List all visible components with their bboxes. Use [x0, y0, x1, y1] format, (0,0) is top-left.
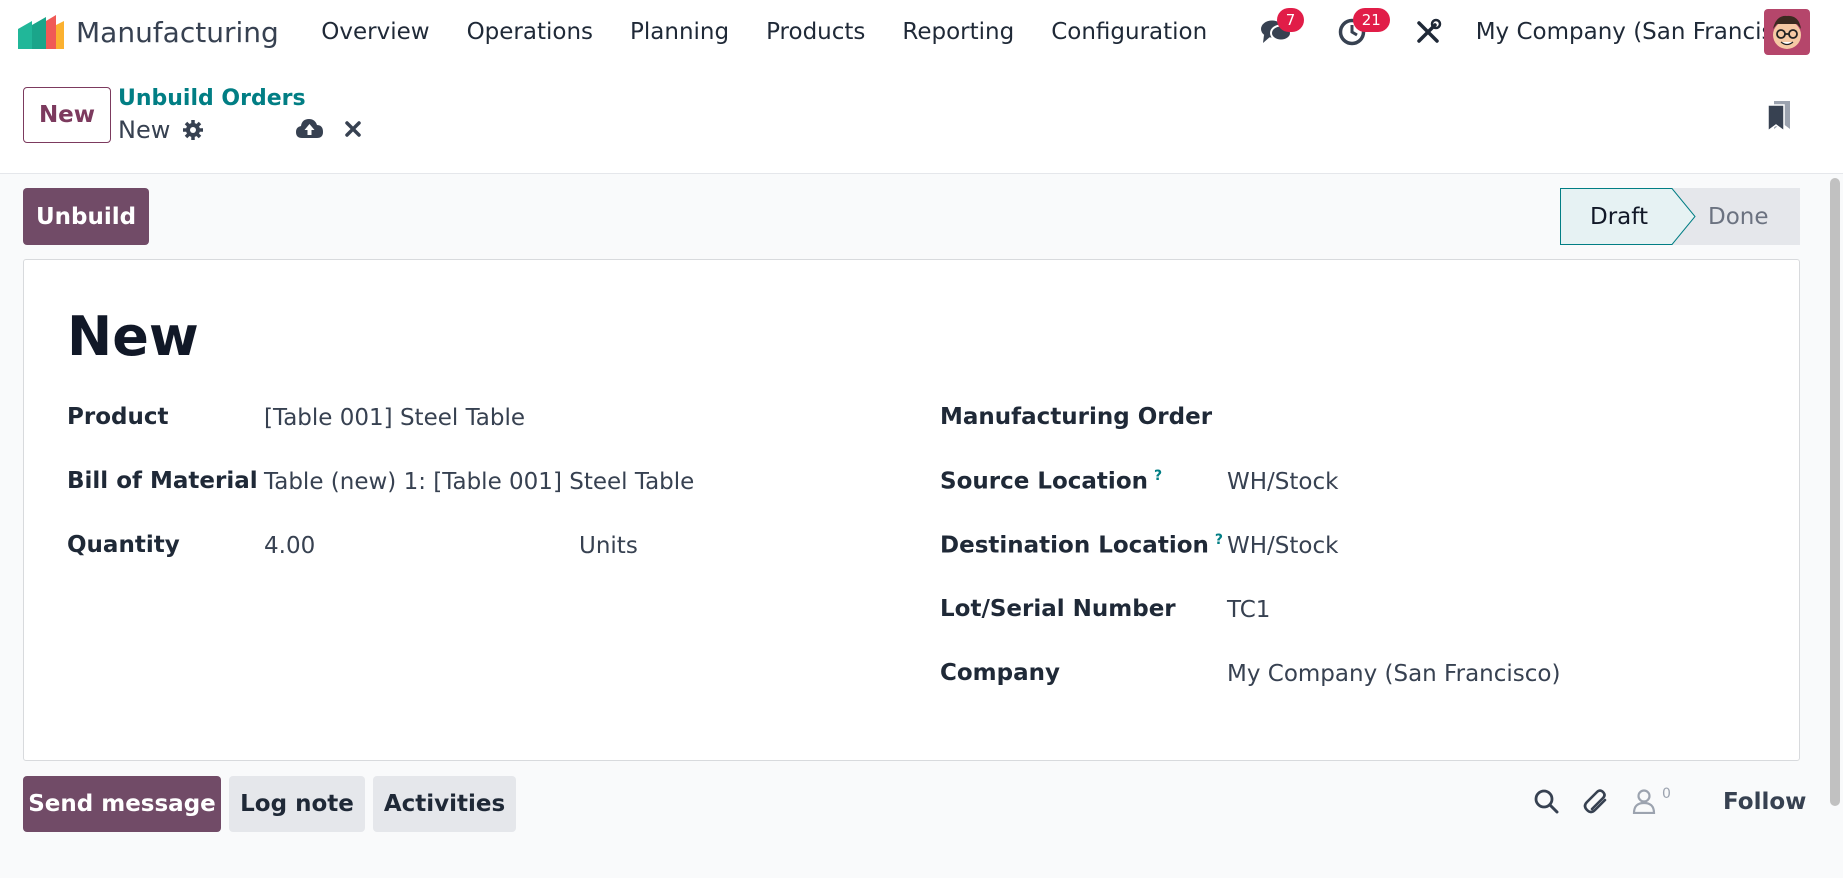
cloud-upload-icon[interactable]	[296, 118, 323, 144]
bookmarks-icon[interactable]	[1767, 100, 1791, 136]
bom-field[interactable]: Table (new) 1: [Table 001] Steel Table	[264, 469, 694, 495]
menu-configuration[interactable]: Configuration	[1033, 19, 1226, 45]
company-switcher[interactable]: My Company (San Francisco)	[1476, 19, 1809, 45]
search-icon[interactable]	[1533, 788, 1559, 818]
unbuild-button[interactable]: Unbuild	[23, 188, 149, 245]
activities-button[interactable]: 21	[1332, 8, 1390, 52]
help-tooltip-icon[interactable]: ?	[1215, 532, 1223, 548]
user-avatar[interactable]	[1764, 9, 1810, 55]
destination-location-label: Destination Location?	[940, 532, 1224, 559]
activities-badge: 21	[1352, 8, 1390, 32]
menu-products[interactable]: Products	[748, 19, 884, 45]
top-navbar: Manufacturing Overview Operations Planni…	[0, 0, 1843, 64]
followers-icon[interactable]	[1632, 788, 1656, 818]
status-bar: Draft Done	[1560, 188, 1800, 245]
company-label: Company	[940, 660, 1060, 686]
stage-draft[interactable]: Draft	[1590, 188, 1648, 245]
help-tooltip-icon[interactable]: ?	[1154, 468, 1162, 484]
quantity-label: Quantity	[67, 532, 180, 558]
tools-icon	[1416, 18, 1441, 43]
record-name: New	[118, 116, 171, 144]
source-location-field[interactable]: WH/Stock	[1227, 469, 1338, 495]
close-icon[interactable]	[344, 120, 362, 142]
uom-field[interactable]: Units	[579, 533, 638, 559]
debug-tools-button[interactable]	[1408, 12, 1448, 52]
menu-overview[interactable]: Overview	[303, 19, 448, 45]
breadcrumb-current: New	[118, 116, 204, 144]
follow-button[interactable]: Follow	[1723, 789, 1806, 815]
quantity-field[interactable]: 4.00	[264, 533, 315, 559]
menu-reporting[interactable]: Reporting	[884, 19, 1033, 45]
systray: 7 21 My Company (San Francisco)	[1238, 8, 1809, 52]
bom-label: Bill of Material	[67, 468, 258, 494]
gear-icon[interactable]	[182, 119, 204, 141]
app-brand[interactable]: Manufacturing	[18, 15, 303, 49]
scrollbar[interactable]	[1830, 178, 1840, 806]
source-location-label: Source Location?	[940, 468, 1163, 495]
app-name: Manufacturing	[76, 15, 279, 49]
product-label: Product	[67, 404, 169, 430]
activities-button[interactable]: Activities	[373, 776, 516, 832]
new-button[interactable]: New	[23, 87, 111, 143]
log-note-button[interactable]: Log note	[229, 776, 365, 832]
lot-serial-field[interactable]: TC1	[1227, 597, 1270, 623]
destination-location-field[interactable]: WH/Stock	[1227, 533, 1338, 559]
send-message-button[interactable]: Send message	[23, 776, 221, 832]
messages-badge: 7	[1276, 8, 1305, 32]
manufacturing-order-label: Manufacturing Order	[940, 404, 1213, 430]
messages-button[interactable]: 7	[1256, 8, 1305, 52]
product-field[interactable]: [Table 001] Steel Table	[264, 405, 525, 431]
breadcrumb-unbuild-orders[interactable]: Unbuild Orders	[118, 86, 306, 111]
lot-serial-label: Lot/Serial Number	[940, 596, 1176, 622]
paperclip-icon[interactable]	[1583, 788, 1611, 820]
stage-done[interactable]: Done	[1708, 188, 1769, 245]
manufacturing-app-icon	[18, 15, 64, 49]
form-sheet: New Product [Table 001] Steel Table Bill…	[23, 259, 1800, 761]
company-field[interactable]: My Company (San Francisco)	[1227, 661, 1560, 687]
followers-count: 0	[1662, 786, 1671, 802]
control-panel: New Unbuild Orders New	[0, 64, 1843, 174]
page-title: New	[67, 305, 199, 368]
menu-planning[interactable]: Planning	[612, 19, 748, 45]
menu-operations[interactable]: Operations	[448, 19, 611, 45]
